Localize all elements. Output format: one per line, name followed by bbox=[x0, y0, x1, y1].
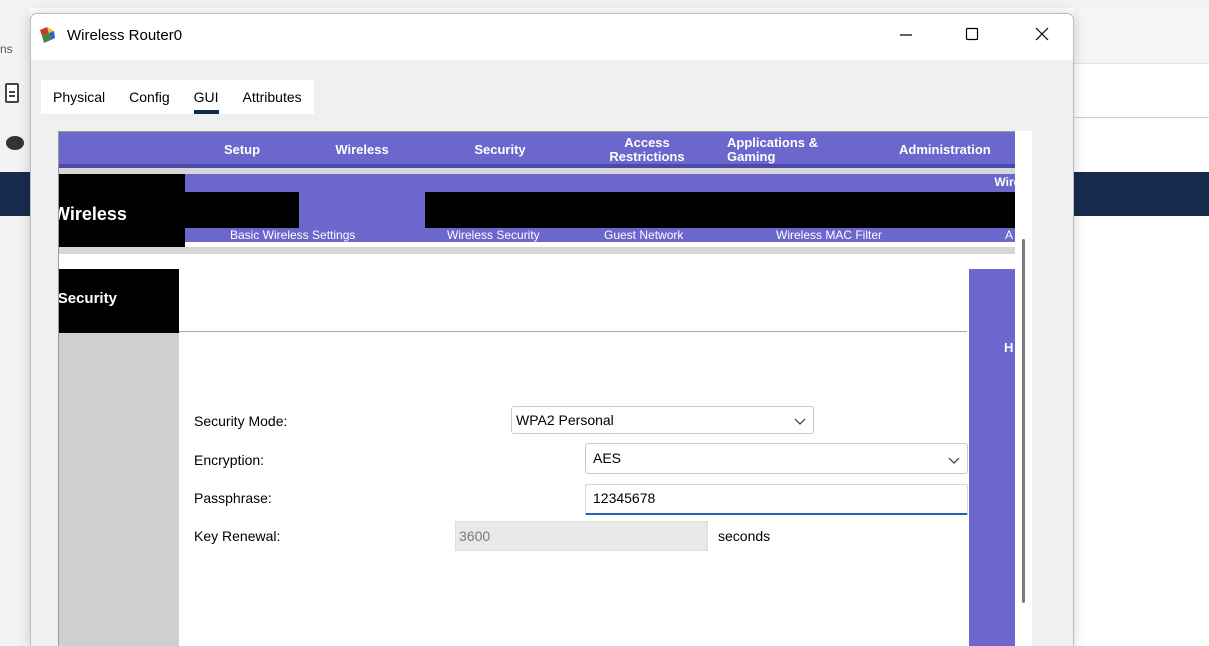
background-right-toolbar bbox=[1074, 8, 1209, 64]
encryption-label: Encryption: bbox=[194, 452, 265, 468]
submenu-guest-network[interactable]: Guest Network bbox=[604, 228, 683, 242]
tab-physical[interactable]: Physical bbox=[41, 80, 117, 114]
menu-active-highlight bbox=[299, 192, 425, 228]
section-sidebar bbox=[59, 333, 179, 646]
brand-text: Wireless-N Broadband Router bbox=[994, 175, 1015, 189]
menu-access-restrictions[interactable]: Access Restrictions bbox=[597, 132, 697, 168]
maximize-button[interactable] bbox=[949, 14, 995, 54]
vertical-scrollbar[interactable] bbox=[1015, 131, 1032, 646]
background-shape-icon bbox=[6, 136, 24, 150]
submenu-basic-wireless[interactable]: Basic Wireless Settings bbox=[230, 228, 355, 242]
gray-separator-2 bbox=[59, 247, 1015, 254]
content-divider bbox=[179, 331, 967, 332]
background-left-text: ns bbox=[0, 42, 13, 56]
section-header-title: Wireless bbox=[58, 204, 127, 224]
dialog-client-area: Physical Config GUI Attributes Wireless-… bbox=[31, 60, 1073, 646]
submenu-wireless-security[interactable]: Wireless Security bbox=[447, 228, 540, 242]
section-title-text: Wireless Security bbox=[58, 290, 117, 307]
menu-access-restrictions-label: Access Restrictions bbox=[609, 135, 685, 164]
passphrase-label: Passphrase: bbox=[194, 490, 272, 506]
menu-applications-gaming[interactable]: Applications & Gaming bbox=[727, 132, 837, 168]
submenu-mac-filter[interactable]: Wireless MAC Filter bbox=[776, 228, 882, 242]
key-renewal-value: 3600 bbox=[459, 528, 491, 544]
close-icon bbox=[1035, 27, 1049, 41]
encryption-select[interactable]: AES bbox=[585, 443, 968, 474]
tab-gui[interactable]: GUI bbox=[182, 80, 231, 114]
menu-applications-gaming-label: Applications & Gaming bbox=[727, 135, 819, 164]
minimize-icon bbox=[900, 34, 912, 36]
menu-administration[interactable]: Administration bbox=[899, 132, 1015, 168]
menu-wireless[interactable]: Wireless bbox=[299, 132, 425, 168]
security-mode-select[interactable]: WPA2 Personal bbox=[511, 406, 814, 434]
chevron-down-icon bbox=[794, 418, 806, 425]
encryption-value: AES bbox=[593, 450, 622, 466]
brand-strip bbox=[185, 174, 1015, 192]
background-right-panel bbox=[1074, 8, 1209, 646]
tab-attributes[interactable]: Attributes bbox=[231, 80, 314, 114]
section-title: Wireless Security bbox=[58, 290, 117, 307]
security-mode-value: WPA2 Personal bbox=[516, 412, 614, 428]
passphrase-value: 12345678 bbox=[593, 490, 656, 506]
help-panel-title: H bbox=[1004, 340, 1014, 355]
key-renewal-label: Key Renewal: bbox=[194, 528, 281, 544]
tab-config[interactable]: Config bbox=[117, 80, 181, 114]
chevron-down-icon bbox=[948, 457, 960, 464]
security-mode-label: Security Mode: bbox=[194, 413, 288, 429]
menu-security[interactable]: Security bbox=[425, 132, 575, 168]
key-renewal-input[interactable]: 3600 bbox=[455, 521, 708, 551]
passphrase-input[interactable]: 12345678 bbox=[585, 484, 968, 515]
background-top-strip bbox=[0, 0, 1209, 8]
router-dialog: Wireless Router0 Physical Config GUI Att… bbox=[30, 13, 1074, 646]
submenu-more[interactable]: A bbox=[1005, 228, 1013, 242]
key-renewal-unit: seconds bbox=[718, 528, 771, 544]
title-bar[interactable]: Wireless Router0 bbox=[31, 14, 1073, 60]
help-panel bbox=[969, 269, 1015, 646]
maximize-icon bbox=[965, 27, 979, 41]
background-divider bbox=[1074, 117, 1209, 118]
scrollbar-thumb[interactable] bbox=[1022, 239, 1025, 603]
close-button[interactable] bbox=[1019, 14, 1065, 54]
minimize-button[interactable] bbox=[883, 14, 929, 54]
router-app-icon bbox=[40, 27, 55, 43]
window-title: Wireless Router0 bbox=[67, 27, 183, 44]
clipboard-icon bbox=[5, 83, 19, 103]
tab-bar: Physical Config GUI Attributes bbox=[41, 80, 314, 114]
background-left-panel bbox=[0, 8, 30, 646]
menu-setup[interactable]: Setup bbox=[185, 132, 299, 168]
router-web-page: Wireless-N Broadband Router Wireless Set… bbox=[58, 131, 1015, 646]
